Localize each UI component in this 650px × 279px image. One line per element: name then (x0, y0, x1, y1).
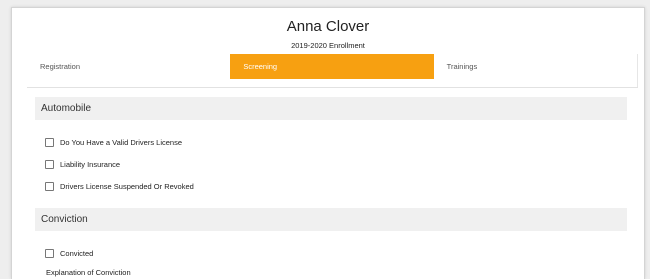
section-header-conviction: Conviction (35, 208, 627, 231)
checkbox-label: Do You Have a Valid Drivers License (60, 137, 183, 147)
tab-registration[interactable]: Registration (27, 54, 230, 87)
explanation-of-conviction-label: Explanation of Conviction (46, 268, 131, 277)
tab-trainings[interactable]: Trainings (434, 54, 637, 87)
checkbox-row-convicted[interactable]: Convicted (45, 247, 93, 259)
enrollment-period: 2019-2020 Enrollment (291, 41, 365, 50)
valid-drivers-license-checkbox[interactable] (45, 137, 54, 147)
checkbox-row-license-suspended[interactable]: Drivers License Suspended Or Revoked (45, 180, 194, 192)
tab-screening[interactable]: Screening (230, 54, 434, 79)
page-header: Anna Clover 2019-2020 Enrollment (12, 8, 644, 54)
checkbox-label: Drivers License Suspended Or Revoked (60, 181, 194, 191)
tab-bar: Registration Screening Trainings (27, 54, 638, 87)
checkbox-label: Convicted (60, 248, 94, 258)
checkbox-row-valid-drivers-license[interactable]: Do You Have a Valid Drivers License (45, 136, 182, 148)
license-suspended-checkbox[interactable] (45, 181, 54, 191)
enrollment-page: Anna Clover 2019-2020 Enrollment Registr… (11, 7, 645, 279)
checkbox-row-liability-insurance[interactable]: Liability Insurance (45, 158, 120, 170)
liability-insurance-checkbox[interactable] (45, 159, 54, 169)
checkbox-label: Liability Insurance (60, 159, 121, 169)
person-name: Anna Clover (286, 18, 370, 35)
convicted-checkbox[interactable] (45, 248, 54, 258)
tab-divider (27, 87, 638, 88)
section-header-automobile: Automobile (35, 97, 627, 120)
